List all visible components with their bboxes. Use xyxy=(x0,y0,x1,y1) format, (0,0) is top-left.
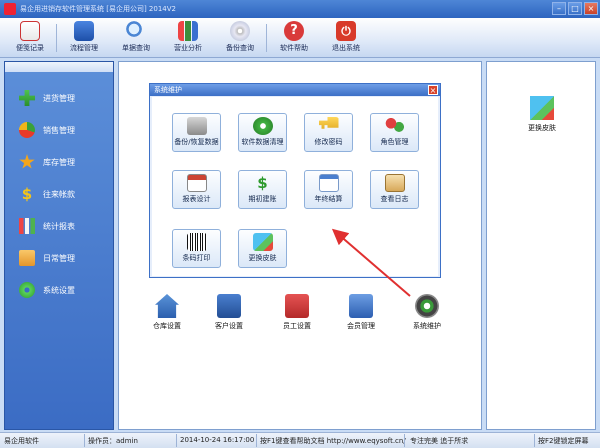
dollar-icon: $ xyxy=(21,185,33,203)
status-lock: 按F2键锁定屏幕 xyxy=(538,437,589,445)
backup-restore-button[interactable]: 备份/恢复数据 xyxy=(172,113,221,152)
dialog-body: 备份/恢复数据 软件数据清理 修改密码 角色管理 报表设计 $ 期初建账 年终结… xyxy=(152,97,438,276)
shortcut-members[interactable]: 会员管理 xyxy=(331,294,391,338)
year-end-button[interactable]: 年终结算 xyxy=(304,170,353,209)
title-bar: 易企用进销存软件管理系统 [易企用公司] 2014V2 – □ × xyxy=(0,0,600,18)
shortcut-maintenance[interactable]: 系统维护 xyxy=(397,294,457,338)
sidebar-item-daily[interactable]: 日常管理 xyxy=(15,248,111,268)
dialog-title: 系统维护 xyxy=(150,84,440,96)
opening-balance-button[interactable]: $ 期初建账 xyxy=(238,170,287,209)
flow-icon xyxy=(74,21,94,41)
toolbar-analysis-button[interactable]: 营业分析 xyxy=(164,20,212,56)
status-datetime: 2014-10-24 16:17:00 xyxy=(180,436,255,444)
close-window-button[interactable]: × xyxy=(584,2,598,15)
sidebar-caption xyxy=(5,62,113,72)
status-slogan: 专注完美 追于所求 xyxy=(410,437,469,445)
barcode-print-button[interactable]: 条码打印 xyxy=(172,229,221,268)
status-operator: 操作员：admin xyxy=(88,437,138,445)
change-skin-button[interactable]: 更换皮肤 xyxy=(238,229,287,268)
maintenance-icon xyxy=(415,294,439,318)
bar-chart-icon xyxy=(19,218,35,234)
toolbar-divider xyxy=(266,24,267,52)
folder-icon xyxy=(19,250,35,266)
toolbar-divider xyxy=(56,24,57,52)
sidebar-item-purchase[interactable]: 进货管理 xyxy=(15,88,111,108)
sidebar-item-reports[interactable]: 统计报表 xyxy=(15,216,111,236)
notepad-icon xyxy=(20,21,40,41)
sidebar-item-sales[interactable]: 销售管理 xyxy=(15,120,111,140)
toolbar-notes-button[interactable]: 便笺记录 xyxy=(6,20,54,56)
chart-icon xyxy=(178,21,198,41)
staff-icon xyxy=(285,294,309,318)
members-icon xyxy=(349,294,373,318)
customers-icon xyxy=(217,294,241,318)
toolbar: 便笺记录 流程管理 单据查询 营业分析 备份查询 ? 软件帮助 ⏻ 退出系统 xyxy=(0,18,600,58)
role-management-button[interactable]: 角色管理 xyxy=(370,113,419,152)
database-icon xyxy=(186,117,207,135)
sidebar-item-settings[interactable]: 系统设置 xyxy=(15,280,111,300)
cubes-icon xyxy=(530,96,554,120)
maximize-button[interactable]: □ xyxy=(568,2,582,15)
change-skin-shortcut[interactable]: 更换皮肤 xyxy=(512,96,572,140)
cleanup-icon xyxy=(252,117,273,135)
status-divider xyxy=(404,434,405,447)
change-password-button[interactable]: 修改密码 xyxy=(304,113,353,152)
view-log-button[interactable]: 查看日志 xyxy=(370,170,419,209)
dialog-close-button[interactable]: × xyxy=(428,85,438,95)
status-divider xyxy=(176,434,177,447)
shortcut-warehouse[interactable]: 仓库设置 xyxy=(137,294,197,338)
help-icon: ? xyxy=(284,21,304,41)
status-software: 易企用软件 xyxy=(4,437,39,445)
shortcut-customers[interactable]: 客户设置 xyxy=(199,294,259,338)
toolbar-backup-button[interactable]: 备份查询 xyxy=(216,20,264,56)
disc-icon xyxy=(230,21,250,41)
window-title: 易企用进销存软件管理系统 [易企用公司] 2014V2 xyxy=(20,5,176,13)
sidebar-item-inventory[interactable]: 库存管理 xyxy=(15,152,111,172)
status-divider xyxy=(256,434,257,447)
gear-icon xyxy=(19,282,35,298)
toolbar-flow-button[interactable]: 流程管理 xyxy=(60,20,108,56)
power-icon: ⏻ xyxy=(336,21,356,41)
calendar-icon xyxy=(318,174,339,192)
search-icon xyxy=(126,21,146,41)
toolbar-query-button[interactable]: 单据查询 xyxy=(112,20,160,56)
log-icon xyxy=(384,174,405,192)
status-help-link[interactable]: 按F1键查看帮助文档 http://www.eqysoft.cn/ xyxy=(260,436,406,446)
shortcut-staff[interactable]: 员工设置 xyxy=(267,294,327,338)
report-design-button[interactable]: 报表设计 xyxy=(172,170,221,209)
status-divider xyxy=(534,434,535,447)
star-icon xyxy=(19,154,35,169)
minimize-button[interactable]: – xyxy=(552,2,566,15)
toolbar-help-button[interactable]: ? 软件帮助 xyxy=(270,20,318,56)
system-maintenance-dialog: 系统维护 × 备份/恢复数据 软件数据清理 修改密码 角色管理 报表设计 $ 期… xyxy=(149,83,441,278)
status-divider xyxy=(84,434,85,447)
sidebar-item-accounts[interactable]: $ 往来帐款 xyxy=(15,184,111,204)
pie-icon xyxy=(19,122,35,138)
status-bar: 易企用软件 操作员：admin 2014-10-24 16:17:00 按F1键… xyxy=(0,432,600,448)
toolbar-exit-button[interactable]: ⏻ 退出系统 xyxy=(322,20,370,56)
plus-icon xyxy=(19,90,35,106)
skin-icon xyxy=(252,233,273,251)
right-panel: 更换皮肤 xyxy=(486,61,596,430)
sidebar: 进货管理 销售管理 库存管理 $ 往来帐款 统计报表 日常管理 系统设置 xyxy=(4,61,114,430)
barcode-icon xyxy=(186,233,207,251)
data-cleanup-button[interactable]: 软件数据清理 xyxy=(238,113,287,152)
users-icon xyxy=(384,117,405,135)
app-window: 易企用进销存软件管理系统 [易企用公司] 2014V2 – □ × 便笺记录 流… xyxy=(0,0,600,448)
report-icon xyxy=(186,174,207,192)
money-icon: $ xyxy=(257,174,268,192)
warehouse-icon xyxy=(155,294,179,318)
key-icon xyxy=(318,117,339,129)
app-icon xyxy=(4,3,16,15)
